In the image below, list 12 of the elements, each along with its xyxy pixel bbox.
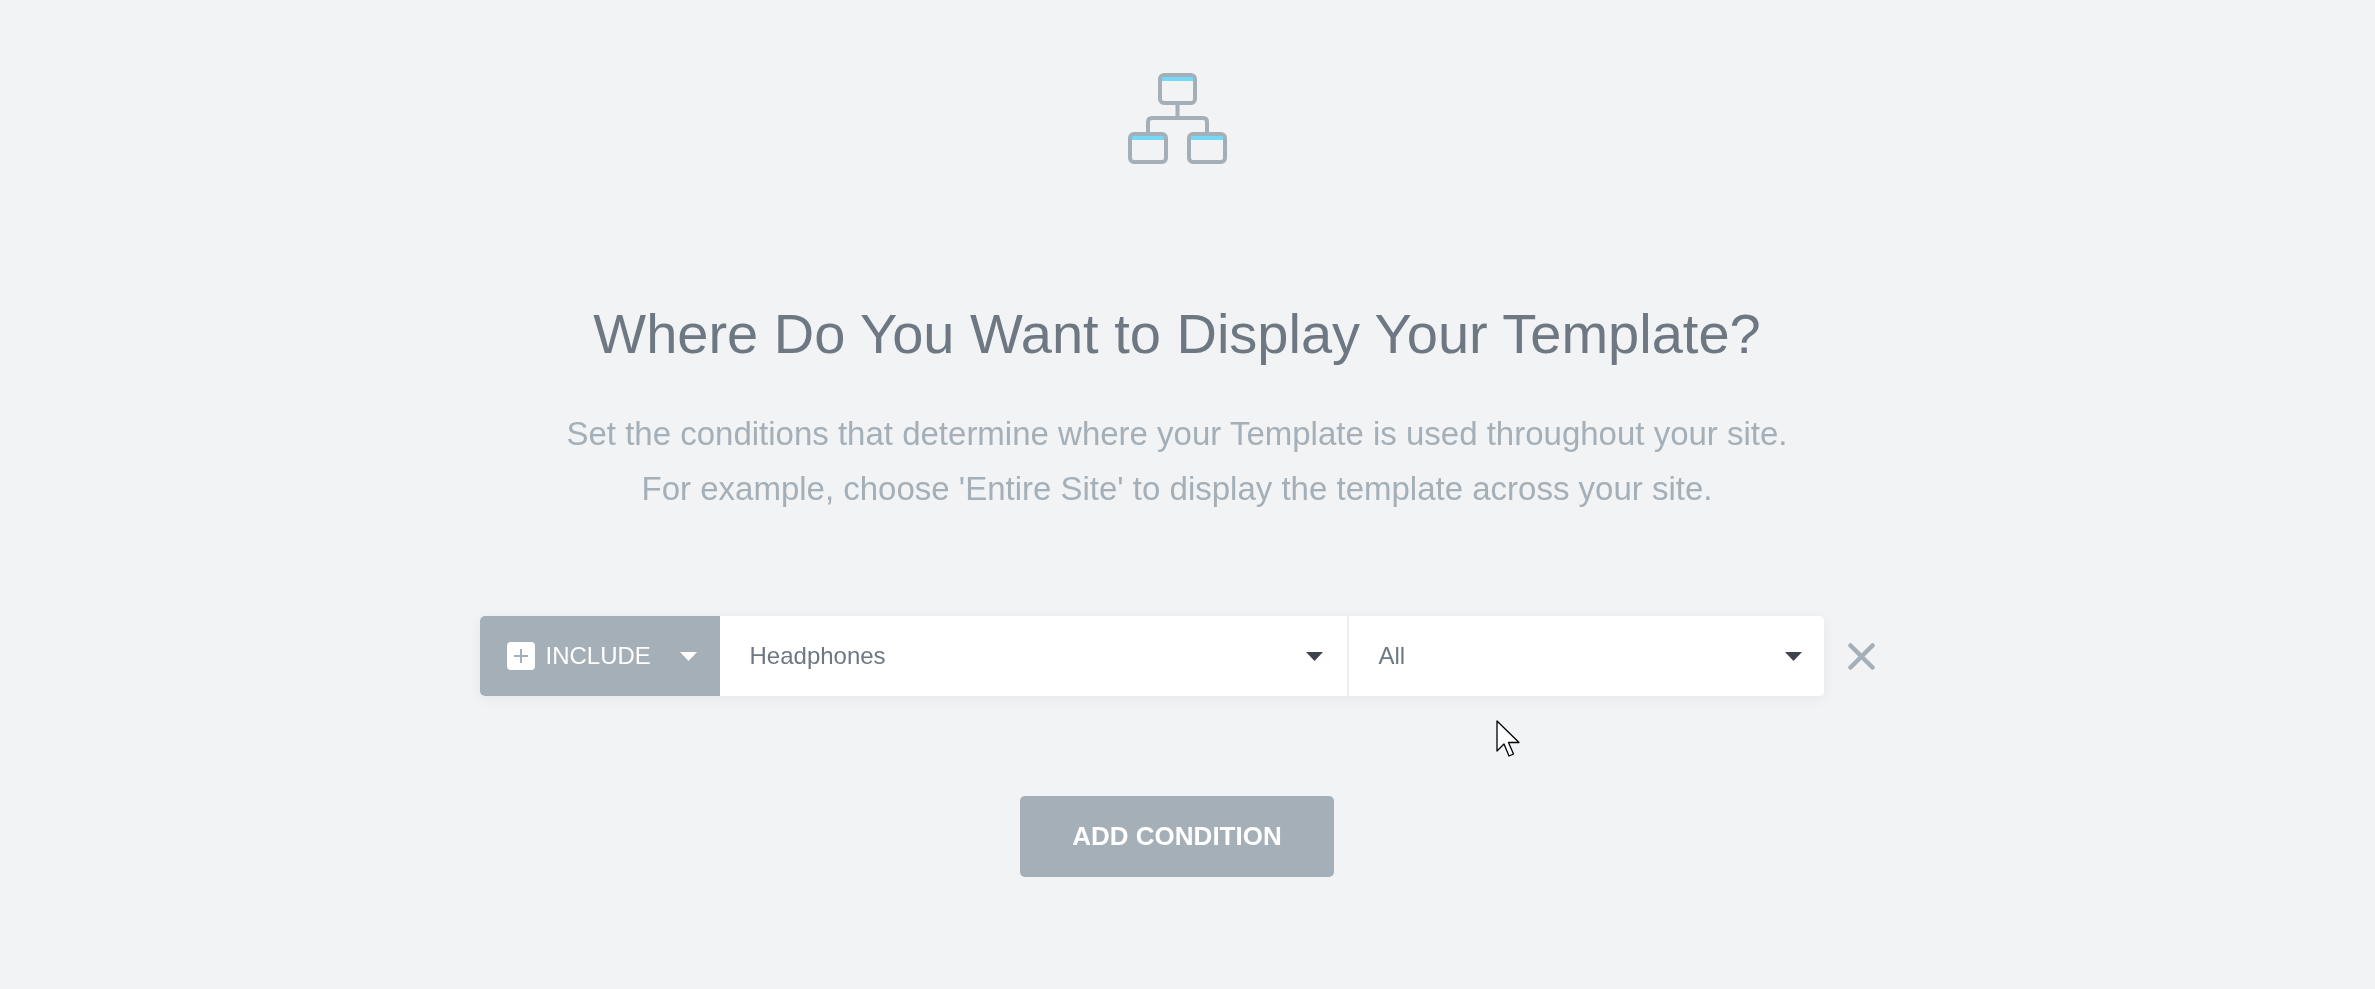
caret-icon	[1305, 651, 1323, 661]
sitemap-icon	[1126, 73, 1228, 165]
caret-icon	[679, 651, 697, 661]
description-text: Set the conditions that determine where your Template is used throughout your site.	[566, 414, 1788, 454]
page-heading: Where Do You Want to Display Your Template?	[593, 301, 1761, 367]
caret-icon	[1784, 651, 1802, 661]
condition-select[interactable]: All	[1346, 616, 1824, 696]
description-text: For example, choose 'Entire Site' to display the template across your site.	[640, 469, 1714, 509]
condition-select[interactable]: Headphones	[719, 616, 1347, 696]
plus-icon	[506, 642, 535, 670]
mouse-pointer-icon	[1496, 720, 1521, 758]
close-icon[interactable]	[1847, 642, 1875, 670]
